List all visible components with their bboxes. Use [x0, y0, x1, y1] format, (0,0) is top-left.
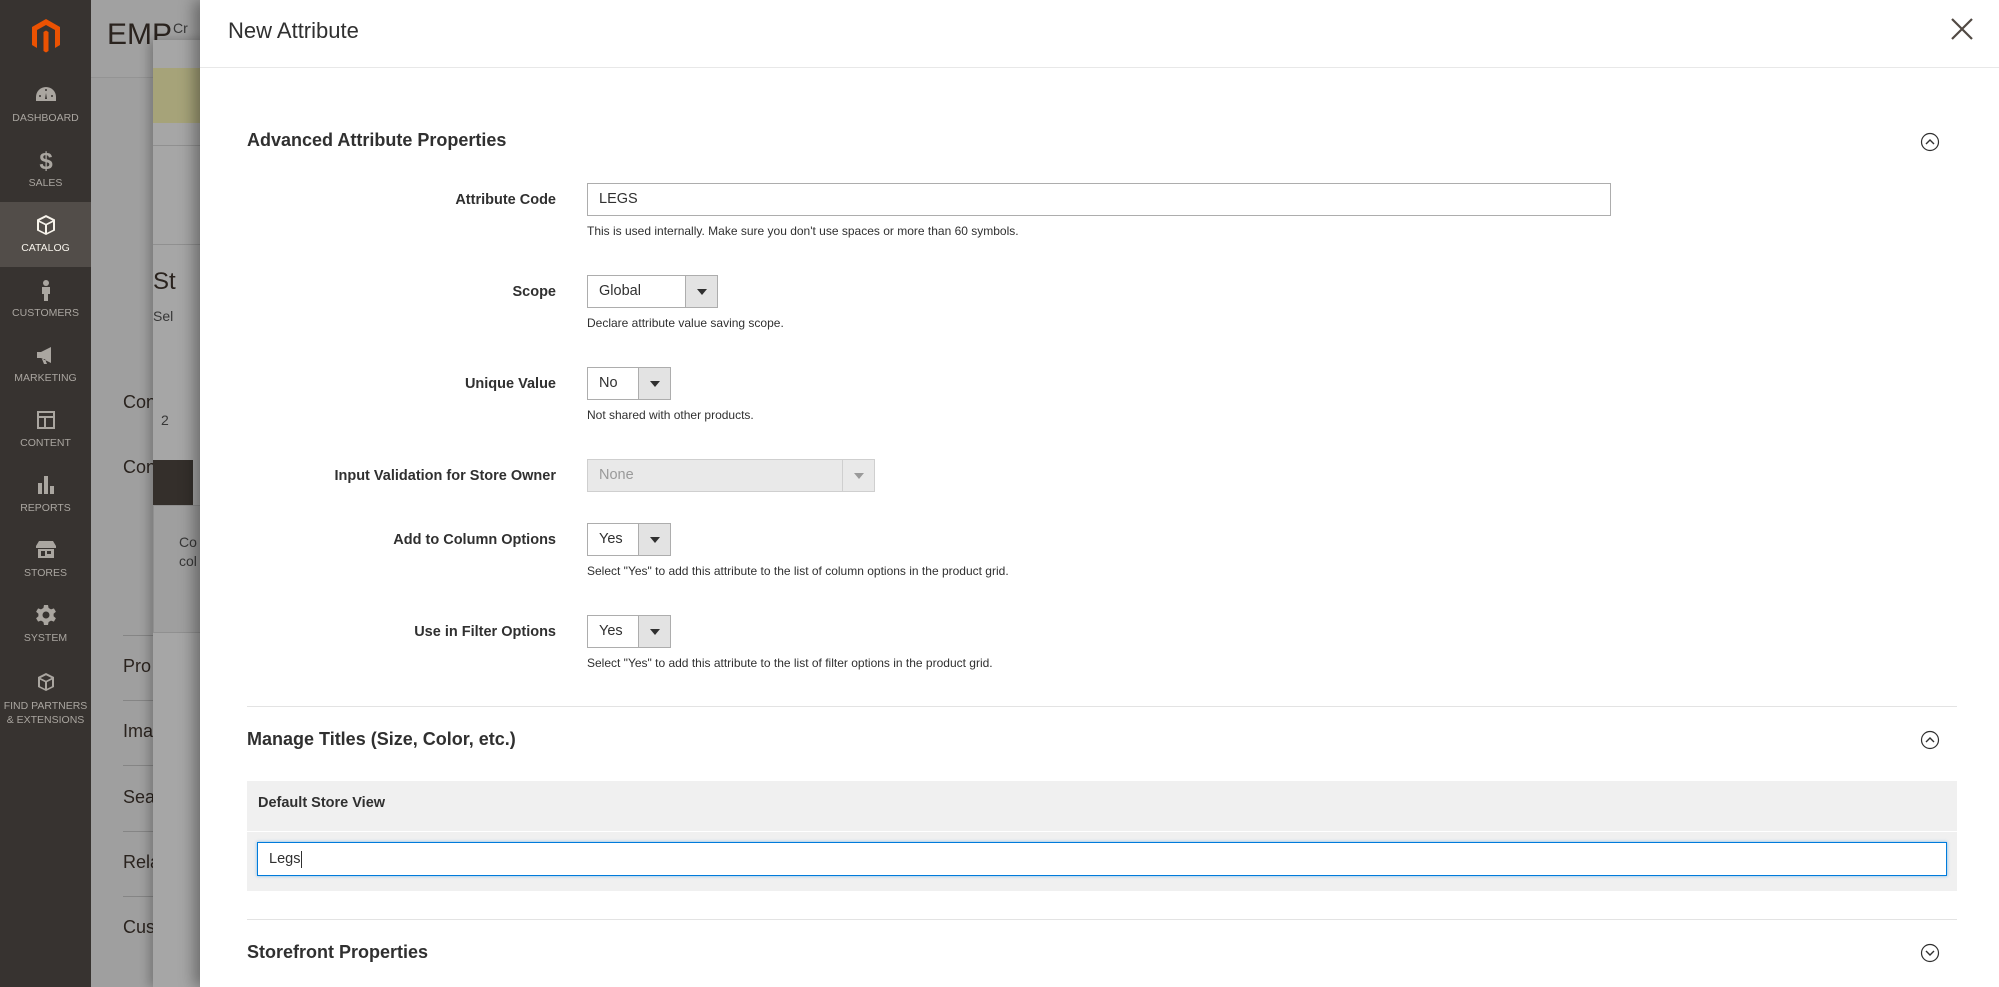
chevron-down-icon — [649, 628, 660, 635]
advanced-properties-title[interactable]: Advanced Attribute Properties — [247, 130, 506, 151]
input-validation-select: None — [587, 459, 875, 492]
chevron-down-icon — [696, 288, 707, 295]
box-icon — [36, 215, 55, 236]
nav-system-label: System — [23, 632, 68, 645]
scope-select-value: Global — [599, 283, 641, 299]
add-to-column-label: Add to Column Options — [393, 532, 556, 548]
chevron-down-icon — [853, 472, 864, 479]
section-divider — [247, 919, 1957, 920]
modal-header: New Attribute — [200, 0, 1999, 68]
person-icon — [41, 280, 50, 302]
unique-value-dropdown-arrow[interactable] — [638, 368, 670, 399]
cubes-icon — [37, 673, 54, 692]
close-button[interactable] — [1945, 12, 1979, 46]
default-store-view-header: Default Store View — [258, 795, 386, 811]
attribute-code-input[interactable]: LEGS — [587, 183, 1611, 216]
nav-marketing[interactable]: Marketing — [0, 332, 91, 397]
nav-catalog-label: Catalog — [21, 242, 70, 255]
nav-content-label: Content — [20, 437, 71, 450]
input-validation-select-value: None — [599, 467, 634, 483]
nav-marketing-label: Marketing — [14, 372, 77, 385]
admin-sidebar: Dashboard $ Sales Catalog Customers Mark… — [0, 0, 91, 987]
use-in-filter-select-value: Yes — [599, 623, 623, 639]
add-to-column-dropdown-arrow[interactable] — [638, 524, 670, 555]
expand-chevron-down-icon[interactable] — [1920, 943, 1940, 963]
nav-sales[interactable]: $ Sales — [0, 137, 91, 202]
modal-title: New Attribute — [228, 18, 359, 43]
nav-dashboard-label: Dashboard — [12, 112, 79, 125]
add-to-column-select[interactable]: Yes — [587, 523, 671, 556]
input-validation-dropdown-arrow — [842, 460, 874, 491]
nav-stores[interactable]: Stores — [0, 527, 91, 592]
close-icon — [1951, 18, 1973, 40]
table-divider — [247, 831, 1957, 832]
nav-find-partners-label: Find Partners & Extensions — [3, 700, 88, 726]
use-in-filter-note: Select "Yes" to add this attribute to th… — [587, 656, 993, 670]
chevron-down-icon — [649, 536, 660, 543]
nav-stores-label: Stores — [24, 567, 67, 580]
magento-logo-icon — [31, 19, 60, 53]
collapse-chevron-up-icon[interactable] — [1920, 132, 1940, 152]
add-to-column-select-value: Yes — [599, 531, 623, 547]
use-in-filter-dropdown-arrow[interactable] — [638, 616, 670, 647]
default-store-view-title-value: Legs — [269, 851, 301, 867]
nav-reports[interactable]: Reports — [0, 462, 91, 527]
scope-dropdown-arrow[interactable] — [685, 276, 717, 307]
nav-catalog[interactable]: Catalog — [0, 202, 91, 267]
nav-reports-label: Reports — [20, 502, 71, 515]
section-divider — [247, 706, 1957, 707]
svg-text:$: $ — [39, 148, 53, 172]
default-store-view-title-input[interactable]: Legs — [257, 842, 1947, 876]
attribute-code-label: Attribute Code — [455, 192, 556, 208]
dashboard-icon — [35, 87, 56, 102]
scope-select[interactable]: Global — [587, 275, 718, 308]
unique-value-note: Not shared with other products. — [587, 408, 754, 422]
magento-logo[interactable] — [0, 0, 91, 72]
input-validation-label: Input Validation for Store Owner — [334, 468, 556, 484]
nav-find-partners[interactable]: Find Partners & Extensions — [0, 657, 91, 741]
gear-icon — [35, 605, 56, 626]
bar-chart-icon — [37, 476, 54, 495]
nav-sales-label: Sales — [28, 177, 63, 190]
manage-titles-table: Default Store View Legs — [247, 781, 1957, 891]
collapse-chevron-up-icon[interactable] — [1920, 730, 1940, 750]
scope-note: Declare attribute value saving scope. — [587, 316, 784, 330]
new-attribute-modal: New Attribute Advanced Attribute Propert… — [200, 0, 1999, 987]
storefront-icon — [35, 541, 56, 559]
megaphone-icon — [36, 347, 51, 365]
nav-system[interactable]: System — [0, 592, 91, 657]
chevron-down-icon — [649, 380, 660, 387]
storefront-properties-title[interactable]: Storefront Properties — [247, 942, 428, 963]
use-in-filter-label: Use in Filter Options — [414, 624, 556, 640]
use-in-filter-select[interactable]: Yes — [587, 615, 671, 648]
attribute-code-note: This is used internally. Make sure you d… — [587, 224, 1019, 238]
nav-content[interactable]: Content — [0, 397, 91, 462]
manage-titles-title[interactable]: Manage Titles (Size, Color, etc.) — [247, 729, 516, 750]
text-caret — [301, 850, 303, 868]
nav-customers[interactable]: Customers — [0, 267, 91, 332]
scope-label: Scope — [512, 284, 556, 300]
unique-value-select-value: No — [599, 375, 618, 391]
nav-dashboard[interactable]: Dashboard — [0, 72, 91, 137]
dollar-icon: $ — [39, 148, 53, 172]
unique-value-select[interactable]: No — [587, 367, 671, 400]
layout-icon — [36, 411, 55, 430]
add-to-column-note: Select "Yes" to add this attribute to th… — [587, 564, 1009, 578]
unique-value-label: Unique Value — [464, 376, 556, 392]
nav-customers-label: Customers — [12, 307, 79, 320]
